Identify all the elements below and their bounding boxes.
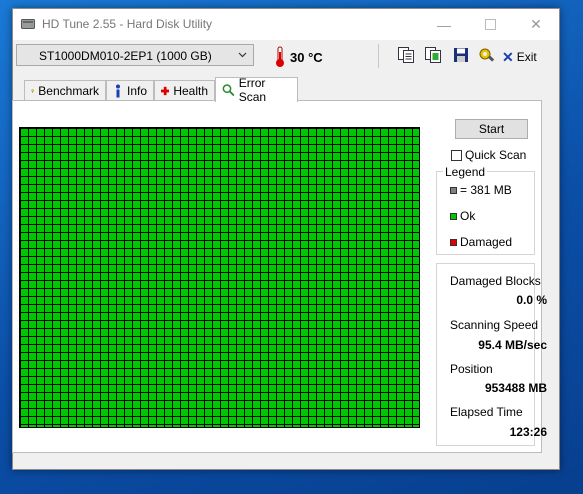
hard-disk-icon [21,19,35,29]
window-title: HD Tune 2.55 - Hard Disk Utility [42,17,213,31]
toolbar-divider [378,44,379,68]
legend-ok: Ok [450,209,475,223]
damaged-blocks-value: 0.0 % [516,293,547,307]
tab-benchmark[interactable]: Benchmark [24,80,106,100]
damaged-blocks-label: Damaged Blocks [450,274,541,288]
legend-block-size-label: = 381 MB [460,183,512,197]
close-button[interactable]: ✕ [513,9,559,40]
legend-damaged: Damaged [450,235,512,249]
minimize-button[interactable]: — [421,9,467,40]
tab-error-scan[interactable]: Error Scan [215,76,298,104]
elapsed-time-label: Elapsed Time [450,405,523,419]
chevron-down-icon [238,52,247,58]
ok-swatch-icon [450,212,457,220]
copy-text-icon[interactable] [397,46,415,64]
damaged-swatch-icon [450,238,457,246]
quick-scan-checkbox[interactable] [451,149,462,161]
close-icon: ✕ [530,16,542,32]
exit-button[interactable]: ✕ Exit [502,48,537,66]
benchmark-icon [31,88,34,93]
maximize-button[interactable] [467,9,513,40]
exit-label: Exit [516,50,537,64]
thermometer-icon [276,46,284,67]
legend-block-size: = 381 MB [450,183,512,197]
legend-damaged-label: Damaged [460,235,513,249]
minimize-icon: — [437,16,451,33]
tab-info[interactable]: Info [106,80,154,100]
tab-health[interactable]: Health [154,80,215,100]
start-button-label: Start [478,122,505,136]
legend-title: Legend [443,165,488,179]
exit-icon: ✕ [502,48,514,65]
info-icon [115,84,120,97]
title-bar[interactable]: HD Tune 2.55 - Hard Disk Utility — ✕ [13,9,559,40]
legend-ok-label: Ok [460,209,476,223]
save-icon[interactable] [452,46,470,64]
quick-scan-label: Quick Scan [465,148,527,162]
position-value: 953488 MB [484,381,547,395]
scan-block-map [19,127,420,428]
scanning-speed-label: Scanning Speed [450,318,539,332]
position-label: Position [450,362,493,376]
temperature-value: 30 °C [290,50,323,65]
elapsed-time-value: 123:26 [509,425,547,439]
drive-select-value: ST1000DM010-2EP1 (1000 GB) [39,49,212,63]
block-swatch-icon [450,186,457,194]
tab-info-label: Info [126,83,147,98]
options-icon[interactable] [478,46,496,64]
tab-health-label: Health [173,83,208,98]
copy-screenshot-icon[interactable] [424,46,442,64]
drive-select[interactable]: ST1000DM010-2EP1 (1000 GB) [16,44,254,66]
scanning-speed-value: 95.4 MB/sec [478,338,547,352]
start-button[interactable]: Start [455,119,528,139]
quick-scan-option[interactable]: Quick Scan [451,148,526,162]
error-scan-icon [222,84,235,97]
health-icon [161,86,170,95]
tab-error-scan-label: Error Scan [238,76,267,104]
tab-benchmark-label: Benchmark [38,83,99,98]
maximize-icon [484,19,496,30]
